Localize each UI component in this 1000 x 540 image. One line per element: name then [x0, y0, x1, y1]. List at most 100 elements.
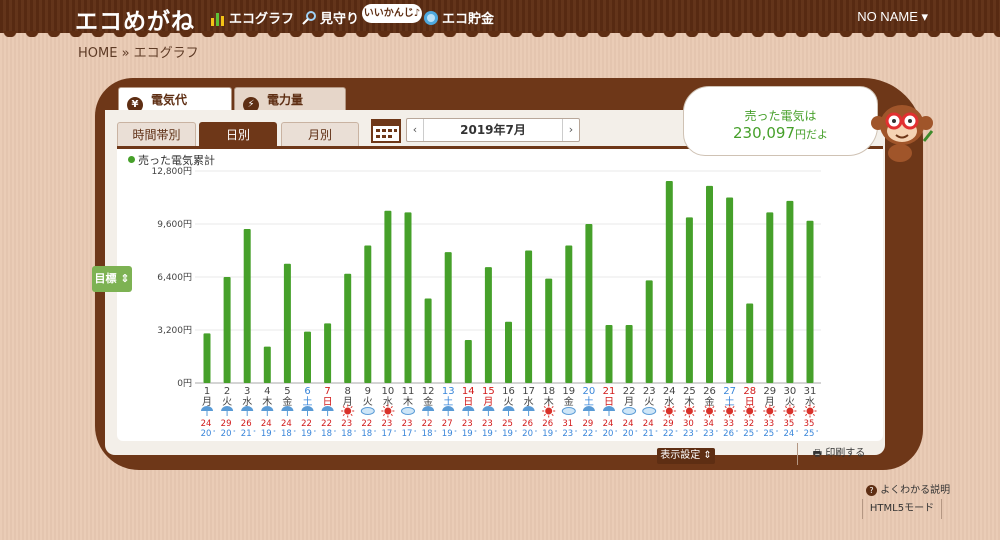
sun-ray: [784, 413, 788, 416]
printer-icon: 🖶: [812, 448, 823, 459]
x-day-label: 14: [462, 386, 475, 397]
sun-ray: [712, 413, 715, 416]
x-day-label: 10: [382, 386, 395, 397]
question-icon: ?: [866, 485, 877, 496]
temp-low: 21: [241, 429, 252, 439]
sun-icon: [766, 407, 774, 415]
magnifier-icon: [302, 11, 316, 25]
bar-chart: 0円3,200円6,400円9,600円12,800円1月2420 °2火2920…: [152, 166, 821, 439]
bar: [806, 220, 814, 383]
sun-ray: [684, 413, 687, 416]
sun-ray: [390, 413, 393, 416]
sun-ray: [382, 413, 386, 416]
sun-ray: [805, 413, 808, 416]
cloud-icon: [642, 407, 657, 415]
print-button[interactable]: 🖶 印刷する: [797, 443, 880, 465]
temp-high: 35: [783, 419, 794, 429]
y-tick-label: 3,200円: [157, 325, 192, 336]
sun-ray: [744, 413, 747, 416]
target-button[interactable]: 目標 ⇕: [92, 266, 132, 292]
temp-high: 22: [301, 419, 312, 429]
temp-low: 19: [502, 429, 513, 439]
temp-low: 25: [743, 429, 754, 439]
temp-low: 18: [361, 429, 372, 439]
bar: [444, 252, 452, 383]
x-day-label: 5: [284, 386, 290, 397]
degree-mark: °: [756, 430, 759, 436]
sun-icon: [545, 407, 553, 415]
nav-eco-savings[interactable]: エコ貯金: [423, 8, 494, 27]
temp-low: 19: [301, 429, 312, 439]
monkey-mascot: [871, 105, 934, 162]
tab-electricity-amount[interactable]: ⚡ 電力量: [234, 87, 346, 113]
sun-icon: [746, 407, 754, 415]
temp-low: 20: [201, 429, 212, 439]
display-settings-button[interactable]: 表示設定 ⇕: [657, 448, 715, 464]
x-day-label: 13: [442, 386, 455, 397]
subtab-monthly[interactable]: 月別: [281, 122, 359, 147]
degree-mark: °: [213, 430, 216, 436]
x-day-label: 28: [743, 386, 756, 397]
sun-ray: [752, 413, 755, 416]
temp-high: 27: [442, 419, 453, 429]
temp-high: 34: [703, 419, 714, 429]
sun-ray: [724, 413, 727, 416]
temp-high: 32: [743, 419, 754, 429]
temp-high: 26: [542, 419, 553, 429]
subtab-daily[interactable]: 日別: [199, 122, 277, 147]
bar: [746, 303, 754, 383]
temp-high: 23: [381, 419, 392, 429]
temp-low: 19: [482, 429, 493, 439]
bar: [565, 245, 573, 383]
prev-month-button[interactable]: ‹: [407, 119, 424, 141]
sun-icon: [706, 407, 713, 415]
nav-ecograph[interactable]: エコグラフ: [210, 8, 294, 27]
x-day-label: 26: [703, 386, 716, 397]
temp-high: 29: [221, 419, 232, 429]
help-label: よくわかる説明: [880, 485, 951, 496]
bar: [364, 245, 372, 383]
cloud-icon: [401, 407, 415, 415]
user-menu[interactable]: NO NAME ▾: [857, 9, 928, 25]
print-label: 印刷する: [825, 448, 866, 459]
x-day-label: 9: [365, 386, 371, 397]
date-selector: ‹ 2019年7月 ›: [406, 118, 580, 142]
sun-ray: [350, 413, 353, 416]
temp-low: 17: [381, 429, 392, 439]
sun-icon: [384, 407, 392, 415]
app-logo[interactable]: エコめがね: [75, 2, 195, 36]
temp-low: 19: [462, 429, 473, 439]
x-day-label: 4: [264, 386, 270, 397]
bar: [404, 212, 412, 383]
next-month-button[interactable]: ›: [562, 119, 579, 141]
nav-label: エコ貯金: [442, 12, 495, 27]
x-day-label: 30: [784, 386, 797, 397]
bar: [243, 228, 251, 383]
bar: [685, 217, 693, 383]
degree-mark: °: [635, 430, 638, 436]
degree-mark: °: [434, 430, 437, 436]
x-day-label: 16: [502, 386, 515, 397]
temp-low: 25: [763, 429, 774, 439]
temp-high: 24: [201, 419, 212, 429]
bar: [585, 224, 593, 383]
temp-low: 18: [281, 429, 292, 439]
sold-amount-line: 230,097円だよ: [684, 124, 877, 142]
temp-low: 23: [703, 429, 714, 439]
subtab-hourly[interactable]: 時間帯別: [117, 122, 196, 147]
calendar-icon[interactable]: [371, 117, 401, 143]
html5-mode-button[interactable]: HTML5モード: [862, 499, 942, 519]
degree-mark: °: [736, 430, 739, 436]
y-tick-label: 12,800円: [152, 166, 193, 177]
temp-low: 24: [783, 429, 794, 439]
tab-electricity-cost[interactable]: ¥ 電気代: [118, 87, 232, 113]
temp-high: 22: [361, 419, 372, 429]
x-weekday-label: 火: [644, 396, 654, 408]
nav-mimamori[interactable]: 見守り: [301, 8, 359, 27]
x-day-label: 15: [482, 386, 495, 397]
x-day-label: 17: [522, 386, 535, 397]
x-weekday-label: 火: [363, 396, 373, 408]
bar: [464, 339, 472, 383]
help-link[interactable]: ? よくわかる説明: [866, 481, 950, 496]
bar: [283, 263, 291, 383]
